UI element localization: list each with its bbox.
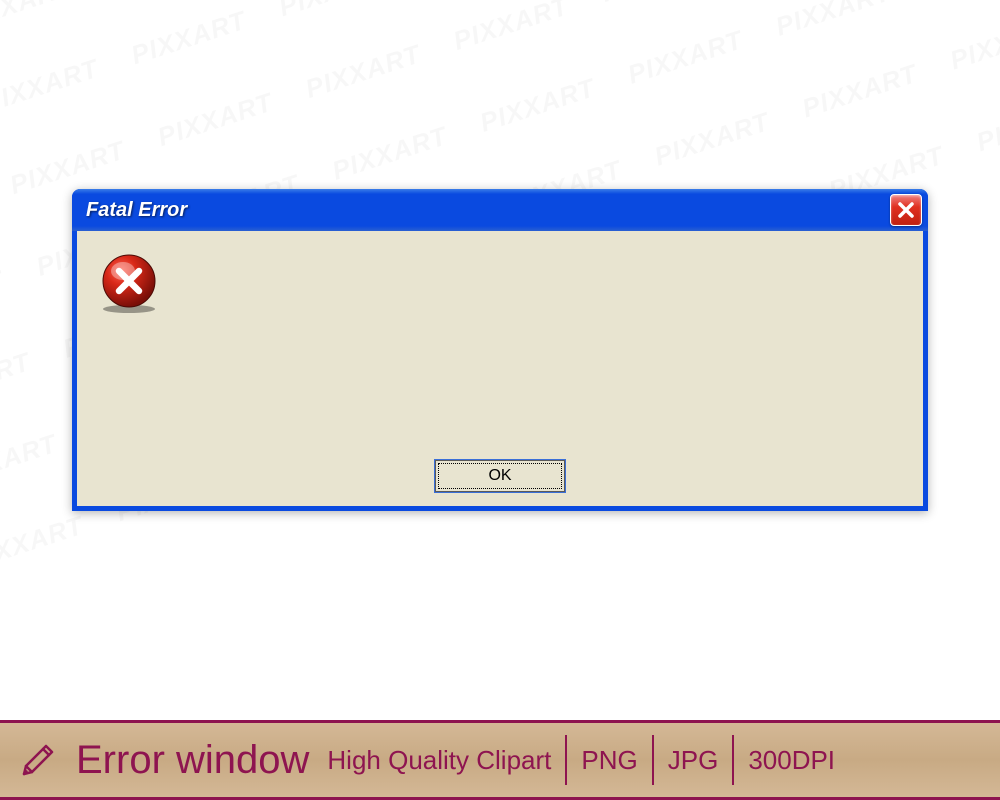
divider xyxy=(732,735,734,785)
divider xyxy=(565,735,567,785)
divider xyxy=(652,735,654,785)
pencil-icon xyxy=(14,736,62,784)
banner-format-jpg: JPG xyxy=(668,745,719,776)
banner-subtitle: High Quality Clipart xyxy=(327,745,551,776)
titlebar[interactable]: Fatal Error xyxy=(72,189,928,231)
banner-format-png: PNG xyxy=(581,745,637,776)
banner-title: Error window xyxy=(76,738,327,783)
error-icon xyxy=(99,253,159,313)
ok-button[interactable]: OK xyxy=(435,460,565,492)
dialog-title: Fatal Error xyxy=(86,199,187,222)
error-dialog: Fatal Error OK xyxy=(72,189,928,511)
product-banner: Error window High Quality Clipart PNG JP… xyxy=(0,720,1000,800)
dialog-body: OK xyxy=(72,231,928,511)
banner-dpi: 300DPI xyxy=(748,745,835,776)
close-x-icon xyxy=(897,201,915,219)
close-button[interactable] xyxy=(890,194,922,226)
